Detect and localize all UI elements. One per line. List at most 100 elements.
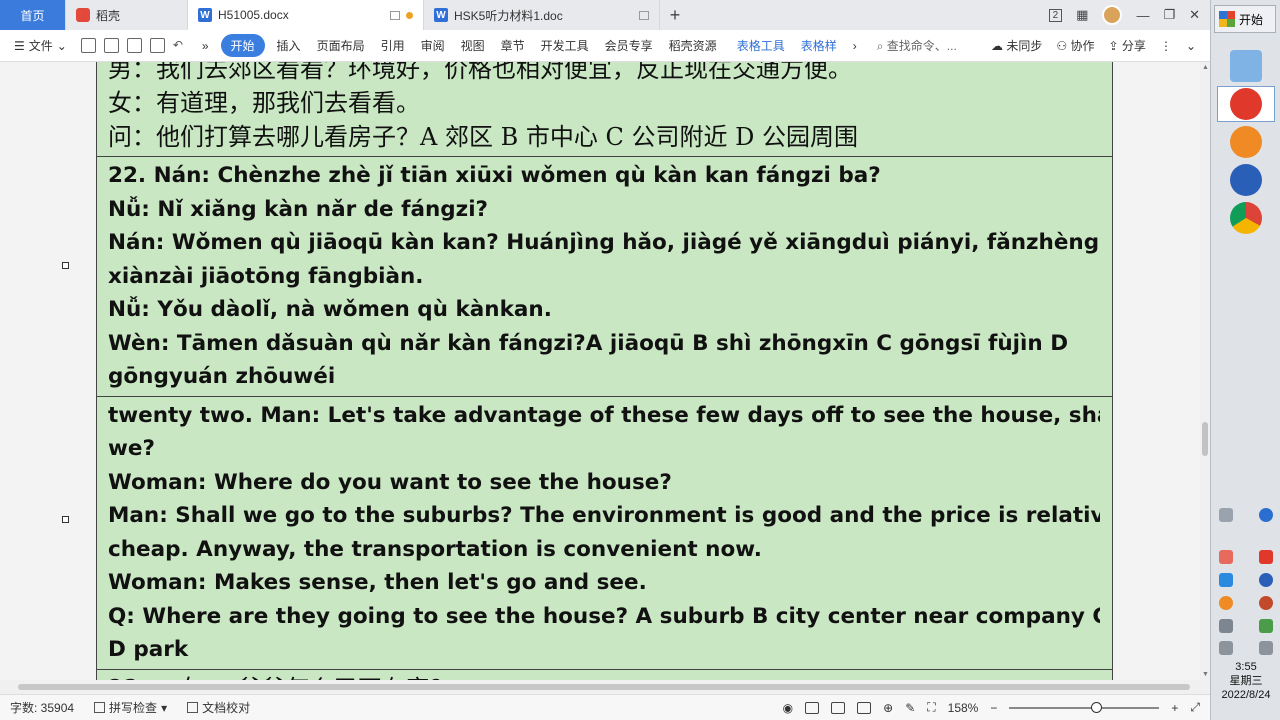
tab-table-style[interactable]: 表格样 — [793, 37, 845, 54]
tab-docer-resources[interactable]: 稻壳资源 — [661, 37, 725, 54]
avatar[interactable] — [1102, 5, 1123, 25]
row-select-handle[interactable] — [62, 516, 69, 523]
print-icon[interactable] — [126, 38, 142, 53]
volume-icon[interactable] — [1219, 641, 1233, 655]
taskbar-app-wps[interactable] — [1217, 86, 1275, 122]
outline-view-icon[interactable] — [831, 701, 846, 714]
keyboard-icon[interactable] — [1219, 508, 1233, 522]
security-icon[interactable] — [1259, 619, 1273, 633]
tab-view[interactable]: 视图 — [453, 37, 493, 54]
scroll-up-icon[interactable]: ▲ — [1202, 64, 1209, 71]
spell-check-button[interactable]: 拼写检查 ▾ — [84, 699, 177, 716]
clock-date: 2022/8/24 — [1221, 689, 1271, 701]
tab-references[interactable]: 引用 — [373, 37, 413, 54]
table-cell[interactable]: 23. 女： 爸爸怎么又不在家？ — [97, 670, 1112, 681]
tab-review[interactable]: 审阅 — [413, 37, 453, 54]
text-line: cheap. Anyway, the transportation is con… — [108, 536, 762, 562]
scroll-thumb[interactable] — [1202, 422, 1208, 456]
more-icon[interactable]: » — [194, 39, 217, 53]
window-restore-icon[interactable] — [390, 10, 400, 20]
table-cell[interactable]: 22. Nán: Chènzhe zhè jǐ tiān xiūxi wǒmen… — [97, 157, 1112, 397]
page-count-badge[interactable]: 2 — [1048, 8, 1063, 22]
app-tray-icon[interactable] — [1219, 573, 1233, 587]
tab-docer[interactable]: 稻壳 — [66, 0, 188, 30]
file-menu-button[interactable]: ☰ 文件 ⌄ — [0, 37, 75, 54]
window-restore-icon[interactable] — [639, 10, 649, 20]
tab-start[interactable]: 开始 — [220, 34, 265, 57]
clock-time: 3:55 — [1235, 661, 1257, 673]
taskbar-app-chrome[interactable] — [1217, 200, 1275, 236]
horizontal-scrollbar[interactable] — [0, 680, 1210, 694]
scroll-down-icon[interactable]: ▼ — [1202, 671, 1209, 678]
document-area[interactable]: 男：我们去郊区看看？环境好，价格也相对便宜，反正现在交通方便。 女：有道理，那我… — [0, 62, 1200, 680]
share-button[interactable]: ⇪ 分享 — [1109, 37, 1146, 54]
taskbar-app-media[interactable] — [1217, 162, 1275, 198]
search-tray-icon[interactable] — [1219, 596, 1233, 610]
close-icon[interactable]: ✕ — [1189, 7, 1200, 23]
fullscreen-icon[interactable]: ⤢ — [1190, 700, 1200, 715]
help-icon[interactable] — [1259, 508, 1273, 522]
text-line: Wèn: Tāmen dǎsuàn qù nǎr kàn fángzi?A ji… — [108, 330, 1069, 356]
zoom-slider[interactable] — [1009, 701, 1160, 713]
zoom-in-icon[interactable]: + — [1171, 701, 1178, 715]
web-view-icon[interactable]: ⊕ — [883, 701, 893, 715]
zoom-level[interactable]: 158% — [948, 701, 979, 715]
tray-row — [1219, 641, 1273, 655]
tab-h51005-docx[interactable]: W H51005.docx — [188, 0, 424, 30]
tray-row — [1219, 573, 1273, 587]
word-count[interactable]: 字数: 35904 — [0, 699, 84, 716]
tab-developer[interactable]: 开发工具 — [533, 37, 597, 54]
tab-home[interactable]: 首页 — [0, 0, 66, 30]
vertical-scrollbar[interactable]: ▲ ▼ — [1200, 62, 1210, 680]
save-icon[interactable] — [80, 38, 96, 53]
cloud-icon: ☁ — [991, 39, 1004, 53]
row-select-handle[interactable] — [62, 262, 69, 269]
collapse-ribbon-icon[interactable]: ⌄ — [1186, 39, 1196, 53]
sync-tray-icon[interactable] — [1219, 550, 1233, 564]
fit-page-icon[interactable]: ⛶ — [927, 700, 935, 715]
maximize-icon[interactable]: ❐ — [1163, 7, 1175, 23]
more-options-icon[interactable]: ⋮ — [1160, 39, 1172, 53]
read-view-icon[interactable] — [857, 701, 872, 714]
zoom-out-icon[interactable]: − — [990, 701, 997, 715]
export-icon[interactable] — [103, 38, 119, 53]
sync-button[interactable]: ☁ 未同步 — [991, 37, 1042, 54]
checkbox-icon — [187, 702, 199, 713]
start-button[interactable]: 开始 — [1214, 5, 1276, 33]
tab-page-layout[interactable]: 页面布局 — [309, 37, 373, 54]
clipboard-icon[interactable] — [1219, 619, 1233, 633]
new-tab-button[interactable]: + — [660, 0, 690, 30]
zoom-knob[interactable] — [1091, 701, 1103, 713]
undo-icon[interactable]: ↶ — [173, 38, 188, 53]
user-tray-icon[interactable] — [1259, 596, 1273, 610]
tray-row — [1219, 619, 1273, 633]
clock[interactable]: 3:55 星期三 2022/8/24 — [1211, 660, 1280, 702]
tab-table-tools[interactable]: 表格工具 — [725, 37, 793, 54]
table-cell[interactable]: twenty two. Man: Let's take advantage of… — [97, 397, 1112, 670]
tab-member[interactable]: 会员专享 — [597, 37, 661, 54]
wps-tray-icon[interactable] — [1259, 550, 1273, 564]
taskbar-app-explorer[interactable] — [1217, 48, 1275, 84]
tray-row — [1219, 508, 1273, 522]
tab-hsk5-doc[interactable]: W HSK5听力材料1.doc — [424, 0, 660, 30]
scroll-thumb[interactable] — [18, 684, 1190, 690]
taskbar-app-search[interactable] — [1217, 124, 1275, 160]
page-view-icon[interactable] — [805, 701, 820, 714]
table-cell[interactable]: 男：我们去郊区看看？环境好，价格也相对便宜，反正现在交通方便。 女：有道理，那我… — [97, 62, 1112, 157]
network-icon[interactable] — [1259, 641, 1273, 655]
chevron-right-icon[interactable]: › — [845, 39, 865, 53]
minimize-icon[interactable]: — — [1136, 8, 1149, 23]
command-search[interactable]: ⌕ 查找命令、... — [865, 37, 965, 54]
media-player-icon — [1230, 164, 1262, 196]
pen-icon[interactable]: ✎ — [905, 701, 915, 715]
magnifier-app-icon — [1230, 126, 1262, 158]
media-tray-icon[interactable] — [1259, 573, 1273, 587]
grid-icon[interactable]: ▦ — [1076, 7, 1088, 23]
tab-chapter[interactable]: 章节 — [493, 37, 533, 54]
sync-label: 未同步 — [1006, 39, 1043, 53]
collab-button[interactable]: ⚇ 协作 — [1056, 37, 1094, 54]
preview-icon[interactable] — [149, 38, 165, 53]
proofread-button[interactable]: 文档校对 — [177, 699, 260, 716]
eye-icon[interactable]: ◉ — [783, 701, 793, 715]
tab-insert[interactable]: 插入 — [269, 37, 309, 54]
